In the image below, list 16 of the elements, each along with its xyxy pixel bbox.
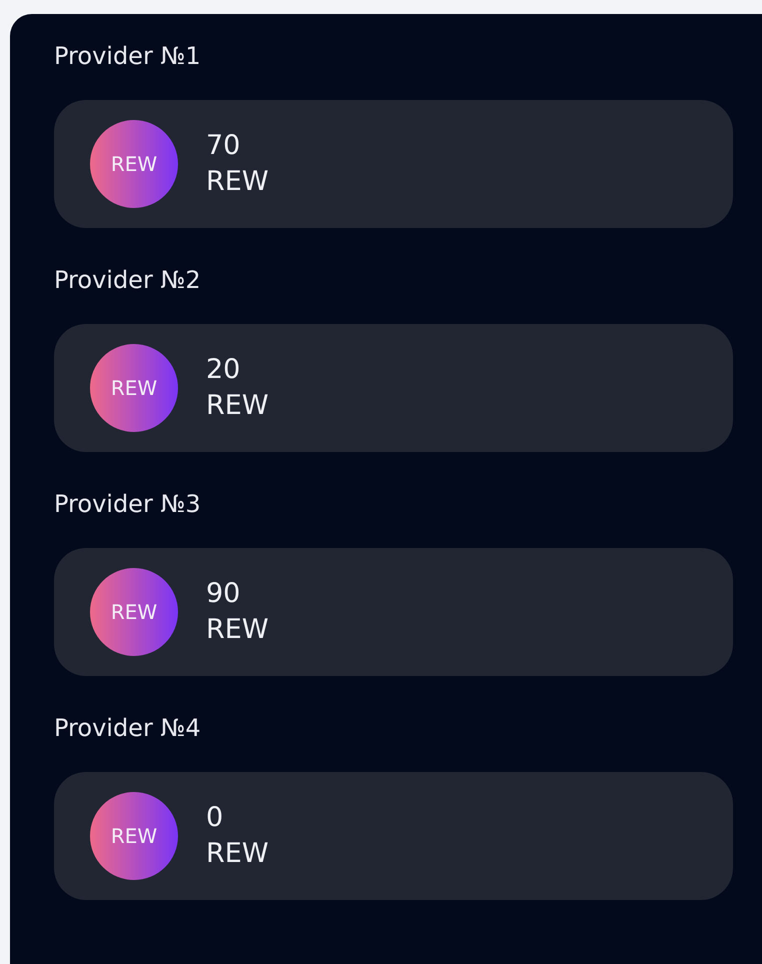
balance-unit: REW: [206, 389, 269, 423]
balance-unit: REW: [206, 837, 269, 871]
balance-amount: 20: [206, 353, 242, 387]
provider-title: Provider №4: [54, 713, 202, 743]
balance-amount: 0: [206, 801, 224, 835]
token-icon: REW: [90, 344, 178, 432]
token-icon: REW: [90, 568, 178, 656]
provider-title: Provider №3: [54, 489, 202, 519]
balance-unit: REW: [206, 613, 269, 647]
token-icon: REW: [90, 120, 178, 208]
provider-title: Provider №2: [54, 265, 202, 295]
balance-unit: REW: [206, 165, 269, 199]
token-icon: REW: [90, 792, 178, 880]
balance-amount: 90: [206, 577, 242, 611]
balance-amount: 70: [206, 129, 242, 163]
provider-title: Provider №1: [54, 41, 202, 71]
